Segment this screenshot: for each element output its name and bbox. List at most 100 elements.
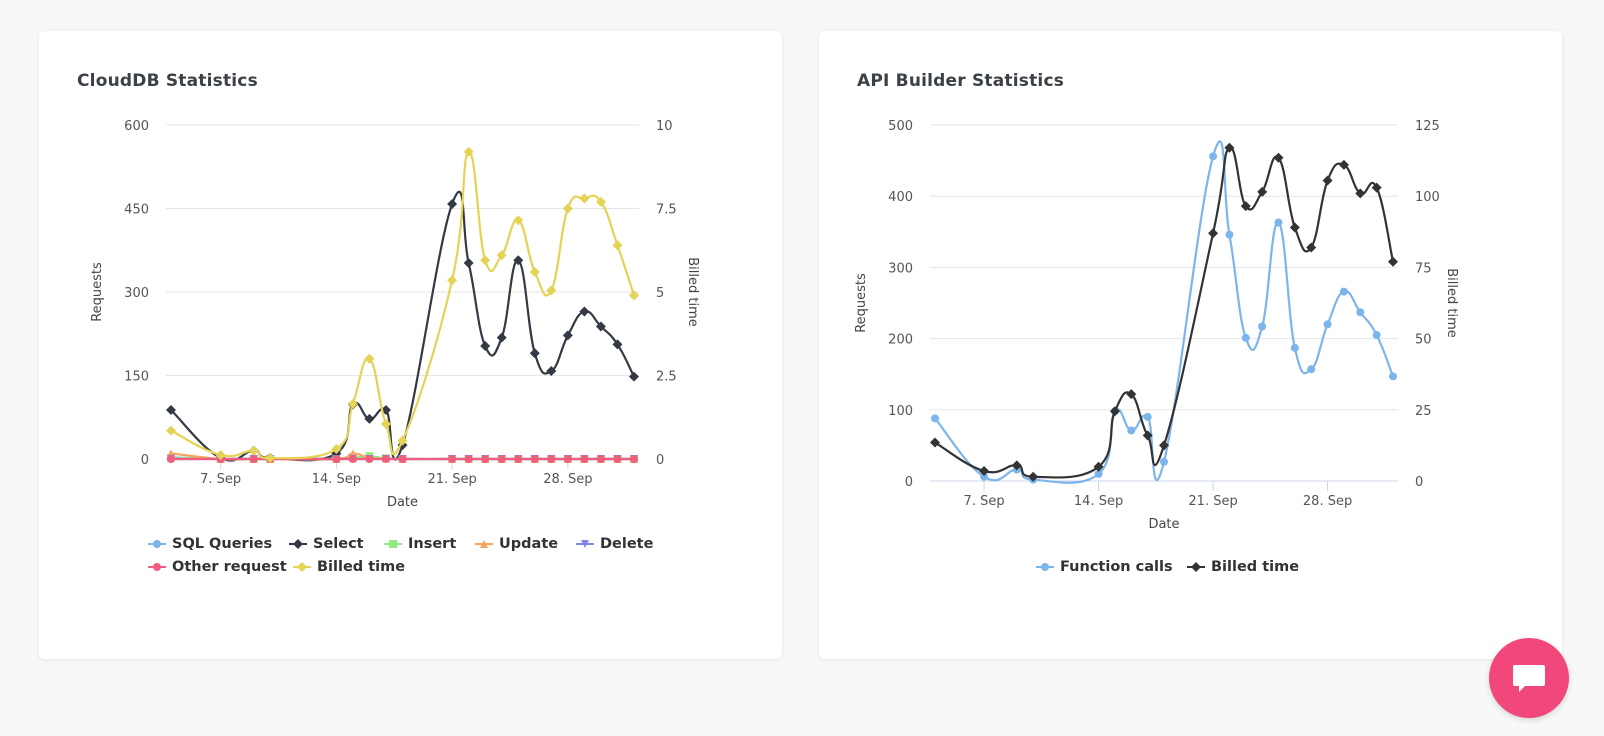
data-point-select[interactable] bbox=[447, 199, 458, 210]
data-point-function-calls[interactable] bbox=[1241, 333, 1250, 342]
legend-item-sql-queries[interactable]: SQL Queries bbox=[148, 536, 272, 552]
legend-symbol-icon bbox=[148, 563, 166, 571]
data-point-select[interactable] bbox=[562, 330, 573, 341]
data-point-billed-time[interactable] bbox=[579, 193, 590, 204]
data-point-other-request[interactable] bbox=[167, 455, 175, 463]
data-point-billed-time[interactable] bbox=[1273, 152, 1284, 163]
data-point-function-calls[interactable] bbox=[1372, 331, 1381, 340]
data-point-billed-time[interactable] bbox=[1257, 186, 1268, 197]
data-point-select[interactable] bbox=[579, 306, 590, 317]
data-point-billed-time[interactable] bbox=[166, 425, 176, 436]
series-function-calls bbox=[931, 140, 1397, 484]
data-point-billed-time[interactable] bbox=[447, 275, 458, 286]
data-point-other-request[interactable] bbox=[596, 455, 605, 463]
data-point-billed-time[interactable] bbox=[1322, 175, 1333, 186]
legend-symbol-icon bbox=[384, 540, 402, 548]
data-point-other-request[interactable] bbox=[381, 455, 390, 463]
legend-item-insert[interactable]: Insert bbox=[384, 536, 456, 552]
data-point-other-request[interactable] bbox=[514, 455, 523, 463]
data-point-other-request[interactable] bbox=[365, 455, 374, 463]
legend-marker-icon[interactable] bbox=[153, 540, 161, 548]
data-point-select[interactable] bbox=[463, 258, 474, 269]
data-point-other-request[interactable] bbox=[249, 455, 258, 463]
x-tick-label: 21. Sep bbox=[1188, 494, 1237, 509]
y-tick-label: 300 bbox=[888, 261, 913, 276]
data-point-other-request[interactable] bbox=[348, 455, 357, 463]
legend-marker-icon[interactable] bbox=[153, 563, 161, 571]
legend-label: Update bbox=[499, 536, 559, 552]
data-point-other-request[interactable] bbox=[398, 455, 407, 463]
data-point-select[interactable] bbox=[496, 332, 507, 343]
api-builder-card: API Builder Statistics 0 0 100 25 200 50 300 75… bbox=[819, 31, 1562, 659]
legend-marker-icon[interactable] bbox=[293, 539, 303, 549]
data-point-function-calls[interactable] bbox=[1209, 152, 1218, 161]
data-point-other-request[interactable] bbox=[580, 455, 589, 463]
data-point-function-calls[interactable] bbox=[1127, 426, 1136, 435]
legend-item-billed-time[interactable]: Billed time bbox=[293, 559, 405, 575]
data-point-select[interactable] bbox=[529, 348, 540, 359]
data-point-function-calls[interactable] bbox=[1339, 287, 1348, 296]
legend-item-function-calls[interactable]: Function calls bbox=[1036, 559, 1173, 575]
data-point-billed-time[interactable] bbox=[1388, 256, 1398, 267]
legend-label: Function calls bbox=[1060, 559, 1173, 575]
y-tick-label: 450 bbox=[124, 203, 149, 218]
data-point-billed-time[interactable] bbox=[347, 398, 358, 409]
data-point-billed-time[interactable] bbox=[480, 255, 491, 266]
data-point-other-request[interactable] bbox=[448, 455, 457, 463]
data-point-function-calls[interactable] bbox=[1323, 320, 1332, 329]
data-point-other-request[interactable] bbox=[530, 455, 539, 463]
data-point-function-calls[interactable] bbox=[1274, 218, 1283, 227]
series-line-billed-time[interactable] bbox=[170, 150, 636, 460]
data-point-billed-time[interactable] bbox=[248, 445, 259, 456]
legend-item-other-request[interactable]: Other request bbox=[148, 559, 287, 575]
series-billed-time bbox=[166, 146, 639, 463]
data-point-other-request[interactable] bbox=[613, 455, 622, 463]
series-line-select[interactable] bbox=[170, 190, 635, 462]
legend-item-delete[interactable]: Delete bbox=[576, 536, 653, 552]
y2-tick-label: 0 bbox=[1415, 475, 1423, 490]
data-point-function-calls[interactable] bbox=[1356, 308, 1365, 317]
data-point-other-request[interactable] bbox=[332, 455, 341, 463]
series-line-billed-time[interactable] bbox=[934, 146, 1395, 479]
data-point-function-calls[interactable] bbox=[1225, 230, 1234, 239]
legend-label: SQL Queries bbox=[172, 536, 273, 552]
y2-tick-label: 5 bbox=[656, 286, 664, 301]
data-point-function-calls[interactable] bbox=[1143, 412, 1152, 421]
data-point-function-calls[interactable] bbox=[1258, 322, 1267, 331]
legend-label: Select bbox=[313, 536, 364, 552]
legend-marker-icon[interactable] bbox=[1191, 562, 1201, 572]
legend-marker-icon[interactable] bbox=[297, 562, 307, 572]
data-point-other-request[interactable] bbox=[563, 455, 572, 463]
data-point-billed-time[interactable] bbox=[529, 266, 540, 277]
y2-tick-label: 2.5 bbox=[656, 370, 677, 385]
data-point-other-request[interactable] bbox=[497, 455, 506, 463]
legend-label: Delete bbox=[600, 536, 654, 552]
data-point-function-calls[interactable] bbox=[1307, 365, 1316, 374]
legend-item-update[interactable]: Update bbox=[475, 536, 558, 552]
data-point-other-request[interactable] bbox=[464, 455, 473, 463]
data-point-other-request[interactable] bbox=[481, 455, 490, 463]
data-point-billed-time[interactable] bbox=[612, 240, 623, 251]
y-tick-label: 400 bbox=[888, 190, 913, 205]
data-point-other-request[interactable] bbox=[547, 455, 556, 463]
data-point-billed-time[interactable] bbox=[1109, 406, 1120, 417]
x-tick-label: 28. Sep bbox=[543, 472, 592, 487]
data-point-other-request[interactable] bbox=[630, 455, 638, 463]
legend-marker-icon[interactable] bbox=[389, 540, 397, 548]
data-point-function-calls[interactable] bbox=[931, 414, 939, 423]
legend-item-select[interactable]: Select bbox=[289, 536, 364, 552]
data-point-billed-time[interactable] bbox=[1289, 222, 1300, 233]
data-point-billed-time[interactable] bbox=[562, 203, 573, 214]
data-point-function-calls[interactable] bbox=[1389, 372, 1397, 381]
x-tick-label: 7. Sep bbox=[964, 494, 1005, 509]
legend-label: Insert bbox=[408, 536, 457, 552]
data-point-function-calls[interactable] bbox=[1290, 343, 1299, 352]
data-point-billed-time[interactable] bbox=[1208, 228, 1219, 239]
data-point-select[interactable] bbox=[629, 371, 639, 382]
x-tick-label: 14. Sep bbox=[312, 472, 361, 487]
chat-button[interactable] bbox=[1489, 638, 1569, 718]
legend-item-billed-time[interactable]: Billed time bbox=[1187, 559, 1299, 575]
data-point-function-calls[interactable] bbox=[1160, 457, 1168, 466]
data-point-select[interactable] bbox=[480, 340, 491, 351]
legend-marker-icon[interactable] bbox=[1041, 563, 1049, 571]
